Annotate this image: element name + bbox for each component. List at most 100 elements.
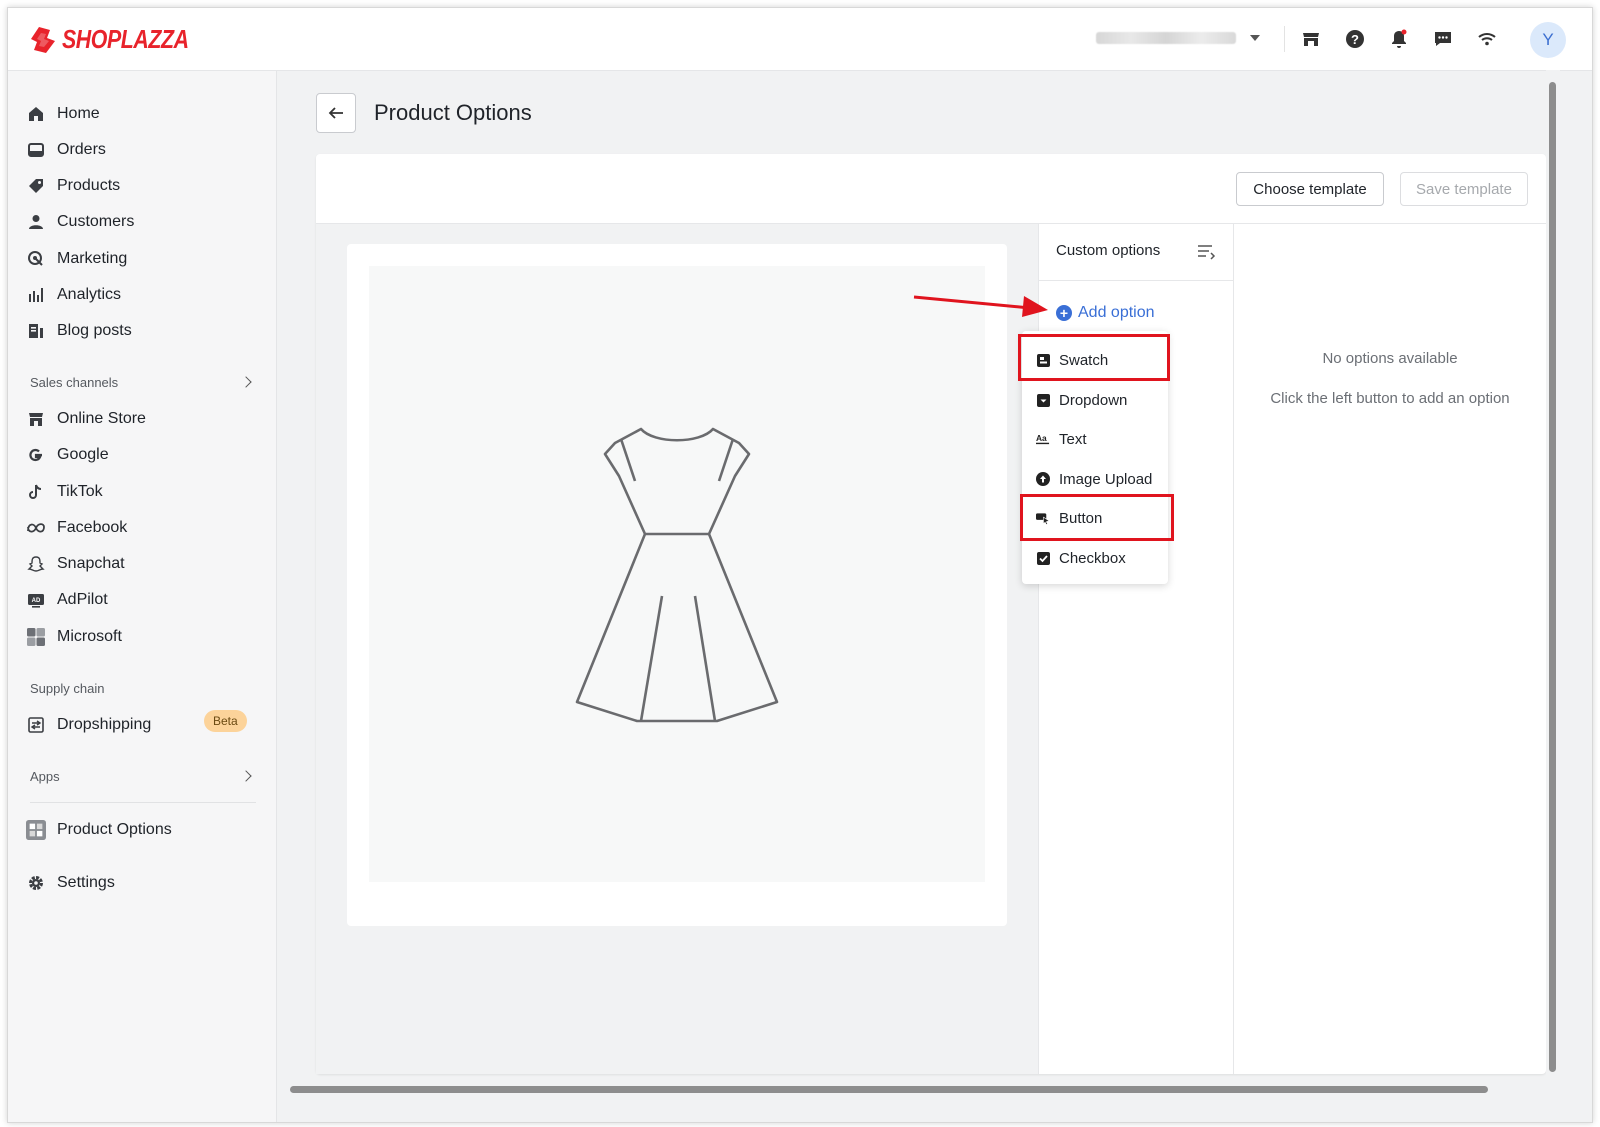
add-option-label: Add option xyxy=(1078,304,1155,321)
tiktok-icon xyxy=(26,482,46,502)
chevron-right-icon[interactable] xyxy=(240,770,252,782)
sidebar-item-label: Products xyxy=(57,177,121,194)
ad-icon: AD xyxy=(26,590,46,610)
sidebar-item-label: Orders xyxy=(57,141,106,158)
sidebar: Home Orders Products Customers Marketing… xyxy=(8,71,277,1122)
chat-icon[interactable] xyxy=(1432,28,1454,50)
horizontal-scrollbar[interactable] xyxy=(276,1082,1546,1096)
vertical-scroll-thumb[interactable] xyxy=(1549,82,1556,1072)
sidebar-item-products[interactable]: Products xyxy=(26,171,120,201)
product-options-app-icon xyxy=(26,820,46,840)
sales-channels-heading[interactable]: Sales channels xyxy=(30,375,118,390)
microsoft-icon xyxy=(26,627,46,647)
sidebar-item-blog-posts[interactable]: Blog posts xyxy=(26,316,132,346)
sidebar-item-google[interactable]: Google xyxy=(26,440,109,470)
sidebar-item-label: Analytics xyxy=(57,286,122,303)
horizontal-scroll-thumb[interactable] xyxy=(290,1086,1488,1093)
marketing-icon xyxy=(26,249,46,269)
save-template-button[interactable]: Save template xyxy=(1400,172,1528,206)
store-icon xyxy=(26,409,46,429)
chevron-right-icon[interactable] xyxy=(240,376,252,388)
menu-item-label: Dropdown xyxy=(1059,391,1128,409)
menu-item-text[interactable]: Aa Text xyxy=(1022,420,1168,458)
tag-icon xyxy=(26,176,46,196)
sidebar-item-analytics[interactable]: Analytics xyxy=(26,280,121,310)
sidebar-item-label: Blog posts xyxy=(57,322,132,339)
product-image xyxy=(369,266,985,882)
brand-name: SHOPLAZZA xyxy=(62,24,189,54)
sidebar-item-label: Online Store xyxy=(57,410,146,427)
vertical-scrollbar[interactable] xyxy=(1546,70,1560,1122)
chevron-down-icon xyxy=(1250,35,1260,41)
annotation-arrow xyxy=(913,295,1048,317)
sidebar-item-snapchat[interactable]: Snapchat xyxy=(26,549,125,579)
svg-text:AD: AD xyxy=(32,598,41,604)
sidebar-item-label: Product Options xyxy=(57,821,172,838)
menu-item-label: Image Upload xyxy=(1059,470,1153,488)
sidebar-item-settings[interactable]: Settings xyxy=(26,868,115,898)
sidebar-divider xyxy=(30,802,256,803)
menu-item-swatch[interactable]: Swatch xyxy=(1022,341,1168,379)
menu-item-dropdown[interactable]: Dropdown xyxy=(1022,381,1168,419)
option-type-menu: Swatch Dropdown Aa Text Image Upload But… xyxy=(1022,331,1168,584)
page-title: Product Options xyxy=(374,100,532,125)
person-icon xyxy=(26,212,46,232)
text-icon: Aa xyxy=(1036,432,1050,446)
orders-icon xyxy=(26,140,46,160)
top-bar: SHOPLAZZA ? Y xyxy=(8,8,1592,71)
sidebar-item-home[interactable]: Home xyxy=(26,99,100,129)
avatar[interactable]: Y xyxy=(1530,22,1566,58)
menu-item-label: Checkbox xyxy=(1059,549,1126,567)
sidebar-item-label: Microsoft xyxy=(57,628,122,645)
sidebar-item-orders[interactable]: Orders xyxy=(26,135,106,165)
sidebar-item-label: Customers xyxy=(57,213,135,230)
sidebar-item-label: Home xyxy=(57,105,100,122)
wifi-icon[interactable] xyxy=(1476,28,1498,50)
checkbox-icon xyxy=(1036,551,1050,565)
sidebar-item-tiktok[interactable]: TikTok xyxy=(26,477,103,507)
sidebar-item-microsoft[interactable]: Microsoft xyxy=(26,622,122,652)
store-selector[interactable] xyxy=(1096,30,1264,46)
card-toolbar: Choose template Save template xyxy=(316,154,1546,224)
sidebar-item-label: Snapchat xyxy=(57,555,125,572)
back-button[interactable] xyxy=(316,93,356,133)
beta-badge: Beta xyxy=(204,710,247,732)
help-icon[interactable]: ? xyxy=(1344,28,1366,50)
sidebar-item-dropshipping[interactable]: Dropshipping xyxy=(26,710,151,740)
store-name-redacted xyxy=(1096,32,1236,44)
arrow-left-icon xyxy=(328,107,343,119)
menu-item-button[interactable]: Button xyxy=(1022,499,1168,537)
sidebar-item-label: Dropshipping xyxy=(57,716,152,733)
choose-template-button[interactable]: Choose template xyxy=(1236,172,1384,206)
sidebar-item-product-options[interactable]: Product Options xyxy=(26,815,172,845)
menu-item-image-upload[interactable]: Image Upload xyxy=(1022,460,1168,498)
add-option-button[interactable]: + Add option xyxy=(1056,304,1155,322)
app-window: SHOPLAZZA ? Y Home Orders Products Custo… xyxy=(7,7,1593,1123)
dropdown-icon xyxy=(1036,393,1050,407)
dress-illustration xyxy=(575,427,779,723)
shoplazza-logo[interactable]: SHOPLAZZA xyxy=(30,24,216,55)
preview-card xyxy=(347,244,1007,926)
sidebar-item-label: AdPilot xyxy=(57,591,108,608)
sidebar-item-facebook[interactable]: Facebook xyxy=(26,513,127,543)
header-divider xyxy=(1284,26,1285,52)
shoplazza-logo-icon xyxy=(31,26,55,53)
plus-circle-icon: + xyxy=(1056,305,1072,321)
menu-item-label: Swatch xyxy=(1059,351,1109,369)
snapchat-icon xyxy=(26,554,46,574)
sidebar-item-label: TikTok xyxy=(57,483,103,500)
sidebar-item-customers[interactable]: Customers xyxy=(26,207,134,237)
sort-icon[interactable] xyxy=(1196,242,1216,262)
gear-icon xyxy=(26,873,46,893)
sidebar-item-label: Settings xyxy=(57,874,115,891)
menu-item-checkbox[interactable]: Checkbox xyxy=(1022,539,1168,577)
sidebar-item-marketing[interactable]: Marketing xyxy=(26,244,127,274)
sidebar-item-label: Marketing xyxy=(57,250,128,267)
sidebar-item-label: Facebook xyxy=(57,519,128,536)
upload-icon xyxy=(1036,472,1050,486)
apps-heading[interactable]: Apps xyxy=(30,769,60,784)
storefront-icon[interactable] xyxy=(1300,28,1322,50)
sidebar-item-adpilot[interactable]: AD AdPilot xyxy=(26,585,108,615)
sidebar-item-online-store[interactable]: Online Store xyxy=(26,404,146,434)
bell-icon[interactable] xyxy=(1388,28,1410,50)
